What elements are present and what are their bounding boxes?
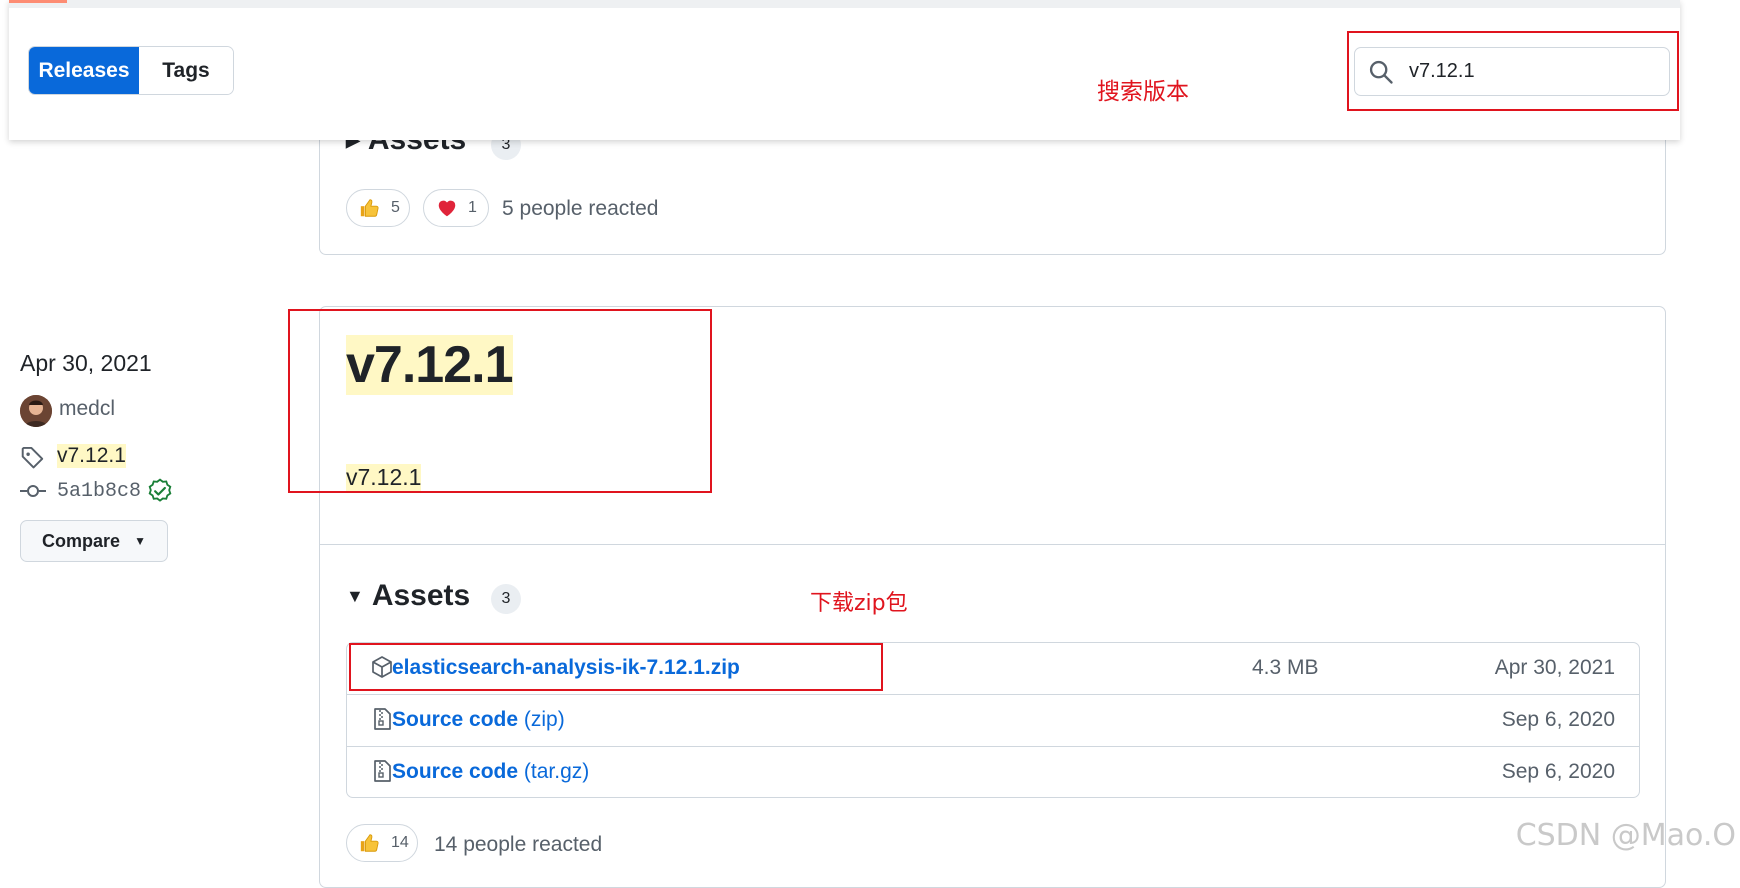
- tag-link[interactable]: v7.12.1: [57, 444, 126, 468]
- asset-link[interactable]: Source code (tar.gz): [392, 760, 589, 784]
- commit-link[interactable]: 5a1b8c8: [57, 480, 141, 503]
- reacted-summary: 5 people reacted: [502, 197, 659, 220]
- release-date: Apr 30, 2021: [20, 350, 152, 376]
- reaction-thumbs-up[interactable]: 5: [346, 189, 410, 227]
- search-highlight-box: [1347, 31, 1679, 111]
- asset-date: Apr 30, 2021: [1494, 656, 1615, 679]
- asset-size: 4.3 MB: [1252, 656, 1319, 679]
- releases-tags-switch: Releases Tags: [28, 46, 234, 95]
- caret-down-icon: ▼: [346, 585, 364, 606]
- asset-link[interactable]: Source code (zip): [392, 708, 565, 732]
- asset-date: Sep 6, 2020: [1501, 708, 1615, 731]
- compare-label: Compare: [42, 530, 121, 551]
- asset-row[interactable]: Source code (tar.gz) Sep 6, 2020: [347, 746, 1639, 798]
- chevron-down-icon: ▼: [134, 534, 146, 548]
- releases-header-bar: Releases Tags 搜索版本: [9, 0, 1680, 140]
- thumbs-up-icon: [359, 832, 381, 854]
- thumbs-up-icon: [359, 197, 381, 219]
- compare-button[interactable]: Compare ▼: [20, 520, 168, 562]
- assets-toggle[interactable]: ▼ Assets: [346, 579, 470, 613]
- commit-icon: [20, 485, 46, 497]
- title-highlight-box: [288, 309, 712, 493]
- search-annotation: 搜索版本: [1097, 79, 1189, 105]
- assets-count: 3: [491, 584, 521, 614]
- reaction-count: 1: [468, 199, 477, 216]
- watermark: CSDN @Mao.O: [1515, 818, 1736, 853]
- asset-row[interactable]: Source code (zip) Sep 6, 2020: [347, 694, 1639, 746]
- tab-tags[interactable]: Tags: [139, 47, 233, 94]
- nav-underline: [9, 0, 67, 3]
- asset-date: Sep 6, 2020: [1501, 760, 1615, 783]
- reacted-summary: 14 people reacted: [434, 833, 603, 856]
- reaction-heart[interactable]: 1: [423, 189, 489, 227]
- assets-label: Assets: [371, 579, 471, 612]
- card-divider: [320, 544, 1665, 545]
- author-link[interactable]: medcl: [59, 397, 115, 421]
- file-zip-icon: [374, 708, 391, 730]
- file-zip-icon: [374, 760, 391, 782]
- zip-highlight-box: [349, 643, 883, 691]
- tab-releases[interactable]: Releases: [29, 47, 139, 94]
- verified-icon[interactable]: [147, 478, 173, 504]
- heart-icon: [436, 197, 458, 219]
- reaction-count: 14: [391, 834, 409, 851]
- reaction-count: 5: [391, 199, 400, 216]
- tag-icon: [21, 446, 44, 469]
- reaction-thumbs-up[interactable]: 14: [346, 824, 418, 862]
- avatar[interactable]: [20, 395, 52, 427]
- download-annotation: 下载zip包: [810, 591, 908, 616]
